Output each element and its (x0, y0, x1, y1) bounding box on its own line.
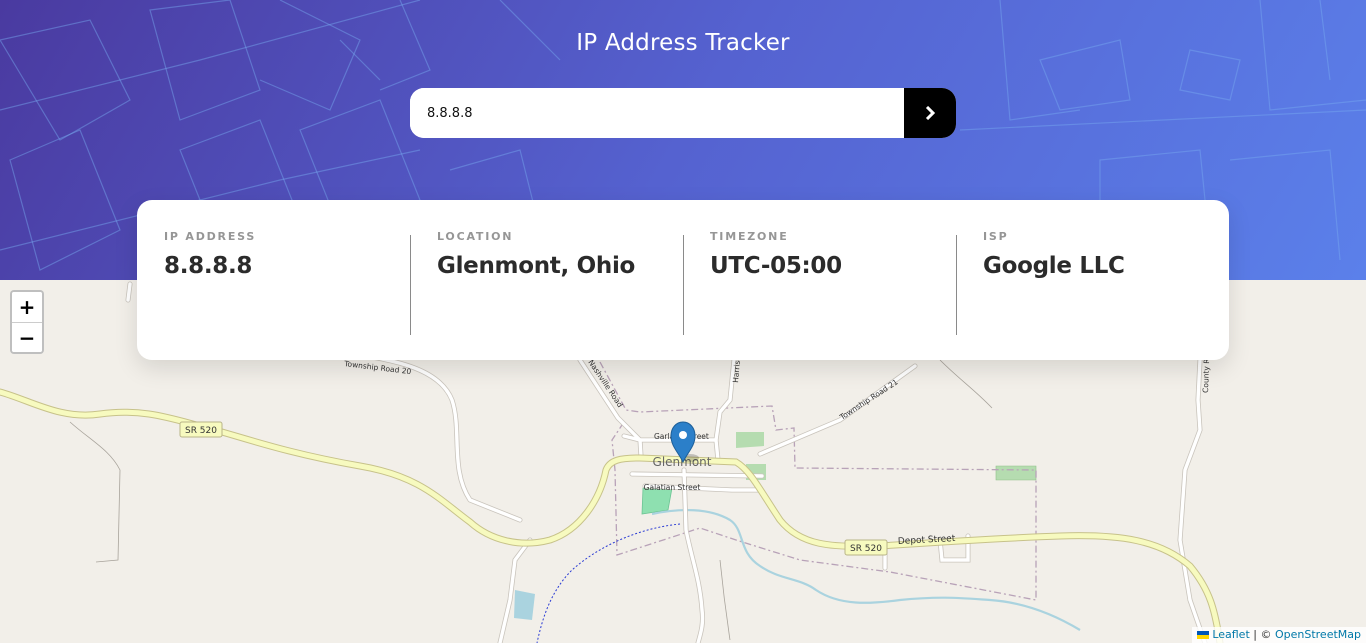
zoom-in-button[interactable]: + (12, 292, 42, 322)
info-value: 8.8.8.8 (164, 253, 253, 279)
info-timezone: TIMEZONE UTC-05:00 (683, 230, 956, 336)
route-shield: SR 520 (844, 539, 888, 556)
zoom-out-button[interactable]: − (12, 322, 42, 352)
street-label: Galatian Street (644, 483, 701, 492)
route-shield: SR 520 (179, 421, 223, 438)
leaflet-link[interactable]: Leaflet (1212, 628, 1249, 641)
ukraine-flag-icon (1197, 630, 1210, 639)
info-label: LOCATION (437, 230, 514, 243)
street-label: County R (1201, 358, 1211, 393)
info-value: Google LLC (983, 253, 1125, 279)
route-shield-label: SR 520 (185, 426, 217, 436)
info-ip-address: IP ADDRESS 8.8.8.8 (137, 230, 410, 336)
route-shield-label: SR 520 (850, 544, 882, 554)
page-title: IP Address Tracker (576, 30, 790, 56)
map-attribution: Leaflet | © OpenStreetMap (1192, 627, 1366, 643)
info-label: ISP (983, 230, 1009, 243)
info-isp: ISP Google LLC (956, 230, 1229, 336)
ip-search-input[interactable] (410, 88, 904, 138)
zoom-control: + − (10, 290, 44, 354)
attribution-separator: | © (1249, 628, 1275, 641)
info-label: TIMEZONE (710, 230, 789, 243)
openstreetmap-link[interactable]: OpenStreetMap (1275, 628, 1361, 641)
chevron-right-icon (925, 106, 935, 120)
info-value: UTC-05:00 (710, 253, 842, 279)
ip-search-form (410, 88, 956, 138)
info-location: LOCATION Glenmont, Ohio (410, 230, 683, 336)
search-submit-button[interactable] (904, 88, 956, 138)
ip-info-card: IP ADDRESS 8.8.8.8 LOCATION Glenmont, Oh… (137, 200, 1229, 360)
info-value: Glenmont, Ohio (437, 253, 636, 279)
info-label: IP ADDRESS (164, 230, 257, 243)
